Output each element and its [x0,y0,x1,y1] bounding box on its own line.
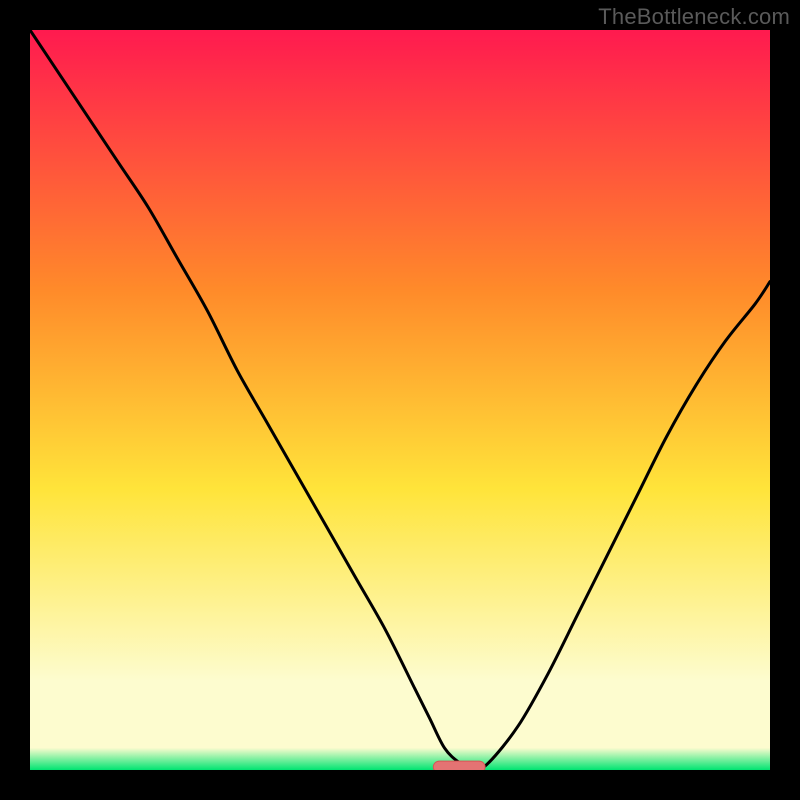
bottleneck-chart [30,30,770,770]
chart-frame: TheBottleneck.com [0,0,800,800]
optimal-marker [433,761,485,770]
attribution-text: TheBottleneck.com [598,4,790,30]
